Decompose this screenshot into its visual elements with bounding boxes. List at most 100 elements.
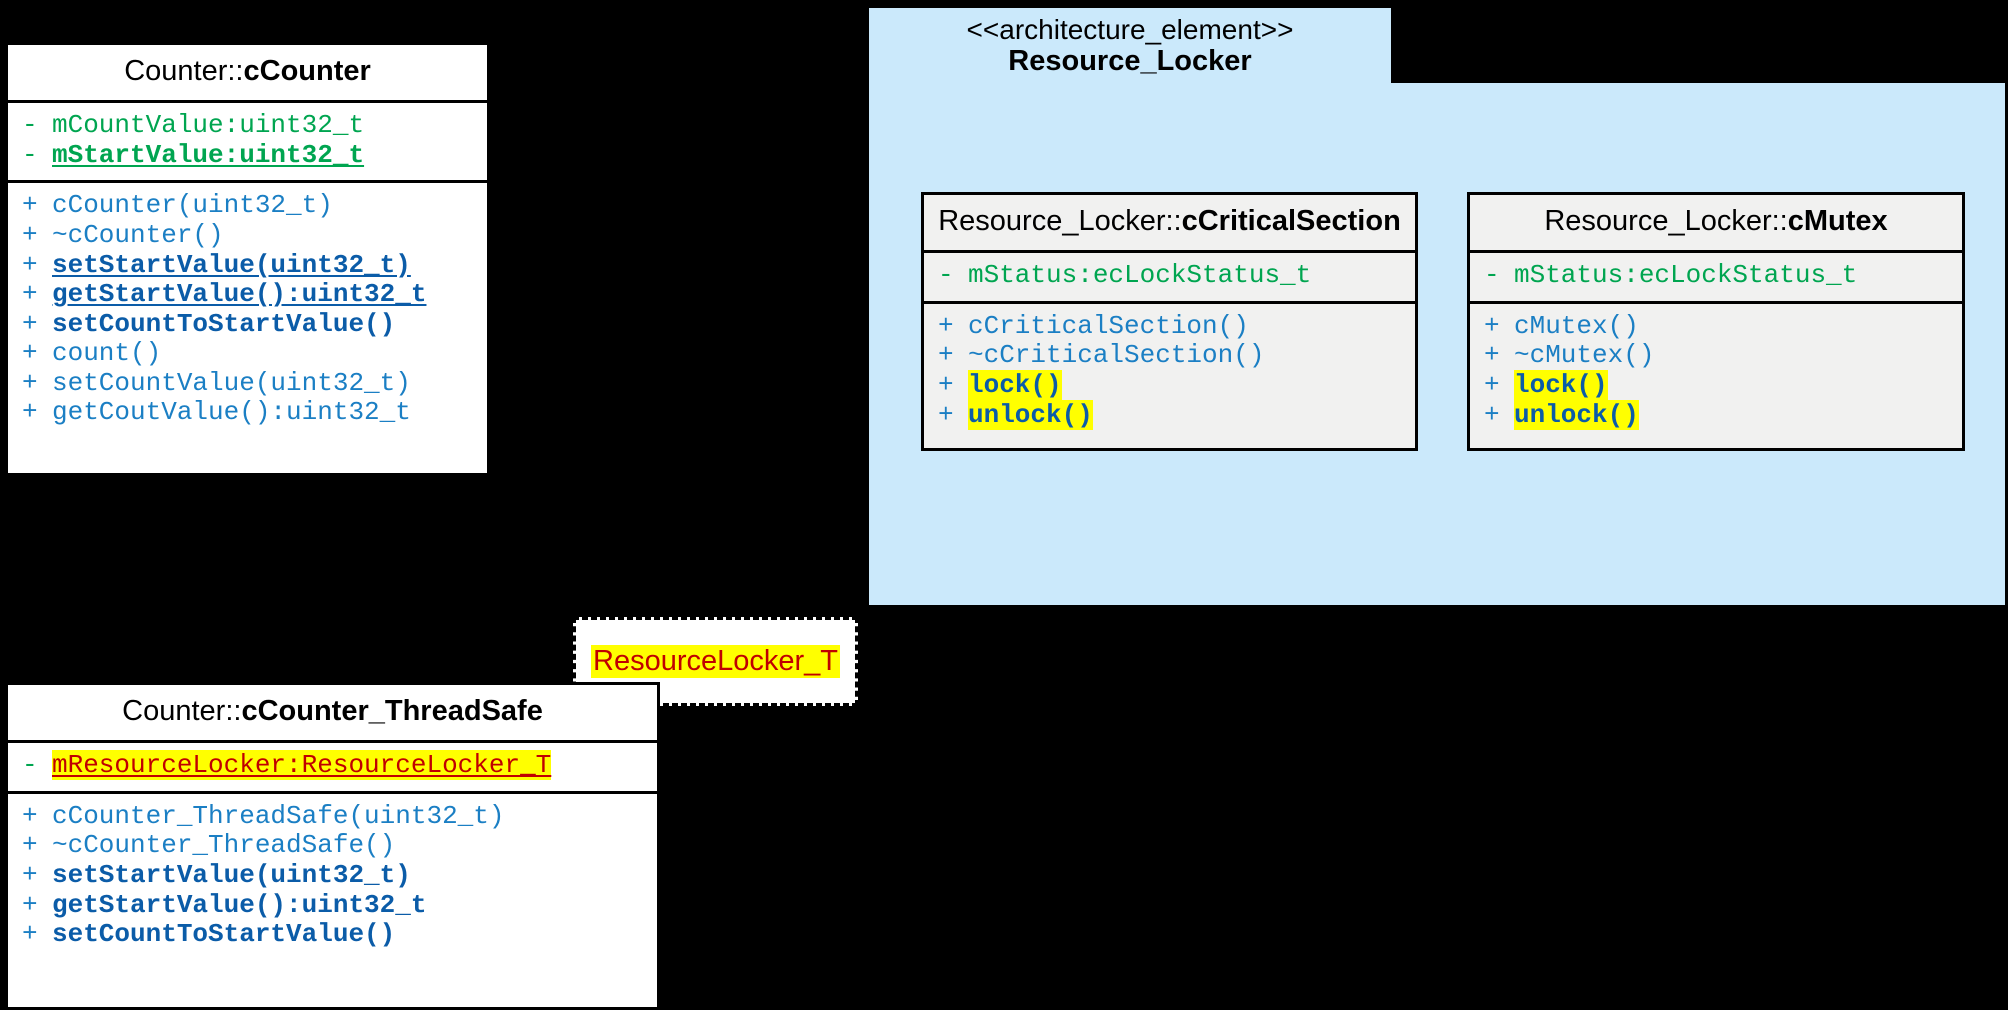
method-label: lock() [1514, 369, 1608, 400]
class-title-cmutex: Resource_Locker::cMutex [1470, 195, 1962, 250]
class-name: cMutex [1787, 205, 1888, 237]
visibility-marker: + [22, 830, 38, 861]
class-name: cCounter_ThreadSafe [241, 695, 543, 727]
method-row[interactable]: + getStartValue():uint32_t [8, 891, 657, 921]
method-row[interactable]: + cCounter(uint32_t) [8, 191, 487, 221]
visibility-marker: + [1484, 369, 1500, 400]
class-box-ccounter[interactable]: Counter::cCounter - mCountValue:uint32_t … [5, 42, 490, 476]
method-row[interactable]: + setStartValue(uint32_t) [8, 251, 487, 281]
class-box-ccriticalsection[interactable]: Resource_Locker::cCriticalSection - mStat… [921, 192, 1418, 451]
method-row[interactable]: + unlock() [1470, 399, 1962, 431]
visibility-marker: - [22, 110, 38, 141]
visibility-marker: + [938, 310, 954, 341]
methods-compartment-ccriticalsection: + cCriticalSection() + ~cCriticalSection()… [924, 304, 1415, 440]
attribute-row[interactable]: - mStatus:ecLockStatus_t [1470, 261, 1962, 291]
package-header-resource-locker[interactable]: <<architecture_element>> Resource_Locker [866, 5, 1394, 83]
attributes-compartment-ccriticalsection: - mStatus:ecLockStatus_t [924, 253, 1415, 301]
attribute-row[interactable]: - mStartValue:uint32_t [8, 141, 487, 171]
method-label: ~cCriticalSection() [968, 340, 1265, 371]
method-row[interactable]: + setCountToStartValue() [8, 310, 487, 340]
method-label: unlock() [968, 399, 1093, 430]
method-row[interactable]: + getStartValue():uint32_t [8, 280, 487, 310]
method-row[interactable]: + cCriticalSection() [924, 312, 1415, 342]
class-namespace: Resource_Locker:: [938, 205, 1182, 237]
method-row[interactable]: + cCounter_ThreadSafe(uint32_t) [8, 802, 657, 832]
visibility-marker: - [938, 260, 954, 291]
method-label: setCountToStartValue() [52, 919, 396, 950]
method-row[interactable]: + getCoutValue():uint32_t [8, 398, 487, 428]
attribute-label: mStartValue:uint32_t [52, 139, 365, 170]
visibility-marker: + [22, 219, 38, 250]
method-row[interactable]: + setCountValue(uint32_t) [8, 369, 487, 399]
methods-compartment-cmutex: + cMutex() + ~cMutex() + lock() + unlock() [1470, 304, 1962, 440]
visibility-marker: + [22, 249, 38, 280]
method-row[interactable]: + count() [8, 339, 487, 369]
visibility-marker: + [22, 800, 38, 831]
class-box-ccounter-threadsafe[interactable]: Counter::cCounter_ThreadSafe - mResourceL… [5, 682, 660, 1010]
method-row[interactable]: + setCountToStartValue() [8, 920, 657, 950]
visibility-marker: + [1484, 399, 1500, 430]
method-row[interactable]: + lock() [1470, 369, 1962, 401]
method-row[interactable]: + unlock() [924, 399, 1415, 431]
method-label: cCriticalSection() [968, 310, 1249, 341]
visibility-marker: - [22, 750, 38, 781]
class-title-ccriticalsection: Resource_Locker::cCriticalSection [924, 195, 1415, 250]
method-label: setCountToStartValue() [52, 308, 396, 339]
method-label: unlock() [1514, 399, 1639, 430]
method-label: cCounter(uint32_t) [52, 190, 333, 221]
method-label: ~cCounter_ThreadSafe() [52, 830, 396, 861]
attribute-row[interactable]: - mResourceLocker:ResourceLocker_T [8, 750, 657, 781]
visibility-marker: + [22, 859, 38, 890]
method-row[interactable]: + ~cCriticalSection() [924, 341, 1415, 371]
attributes-compartment-ccounter-threadsafe: - mResourceLocker:ResourceLocker_T [8, 743, 657, 791]
visibility-marker: + [22, 919, 38, 950]
method-row[interactable]: + cMutex() [1470, 312, 1962, 342]
attribute-label: mStatus:ecLockStatus_t [968, 260, 1312, 291]
class-title-ccounter-threadsafe: Counter::cCounter_ThreadSafe [8, 685, 657, 740]
class-name: cCriticalSection [1181, 205, 1401, 237]
method-row[interactable]: + lock() [924, 369, 1415, 401]
attribute-label: mStatus:ecLockStatus_t [1514, 260, 1858, 291]
attribute-label: mResourceLocker:ResourceLocker_T [52, 750, 552, 781]
attributes-compartment-ccounter: - mCountValue:uint32_t - mStartValue:uint3… [8, 103, 487, 180]
method-row[interactable]: + ~cCounter() [8, 221, 487, 251]
method-label: ~cCounter() [52, 219, 224, 250]
attributes-compartment-cmutex: - mStatus:ecLockStatus_t [1470, 253, 1962, 301]
method-label: ~cMutex() [1514, 340, 1655, 371]
method-row[interactable]: + ~cCounter_ThreadSafe() [8, 831, 657, 861]
visibility-marker: + [22, 279, 38, 310]
method-label: count() [52, 338, 162, 369]
attribute-label: mCountValue:uint32_t [52, 110, 365, 141]
method-label: getStartValue():uint32_t [52, 279, 427, 310]
visibility-marker: + [22, 338, 38, 369]
method-row[interactable]: + ~cMutex() [1470, 341, 1962, 371]
method-label: lock() [968, 369, 1062, 400]
attribute-row[interactable]: - mCountValue:uint32_t [8, 111, 487, 141]
visibility-marker: + [938, 399, 954, 430]
visibility-marker: + [22, 190, 38, 221]
package-stereotype: <<architecture_element>> [966, 14, 1294, 45]
method-label: setStartValue(uint32_t) [52, 249, 411, 280]
class-box-cmutex[interactable]: Resource_Locker::cMutex - mStatus:ecLockS… [1467, 192, 1965, 451]
method-label: getStartValue():uint32_t [52, 889, 427, 920]
visibility-marker: + [22, 308, 38, 339]
class-namespace: Counter:: [124, 55, 244, 87]
method-row[interactable]: + setStartValue(uint32_t) [8, 861, 657, 891]
class-title-ccounter: Counter::cCounter [8, 45, 487, 100]
template-parameter-label: ResourceLocker_T [591, 645, 840, 678]
method-label: setStartValue(uint32_t) [52, 859, 411, 890]
attribute-row[interactable]: - mStatus:ecLockStatus_t [924, 261, 1415, 291]
class-name: cCounter [243, 55, 371, 87]
visibility-marker: + [22, 397, 38, 428]
visibility-marker: - [1484, 260, 1500, 291]
visibility-marker: + [1484, 310, 1500, 341]
class-namespace: Resource_Locker:: [1544, 205, 1788, 237]
method-label: getCoutValue():uint32_t [52, 397, 411, 428]
visibility-marker: - [22, 139, 38, 170]
package-name: Resource_Locker [1008, 45, 1252, 78]
class-namespace: Counter:: [122, 695, 242, 727]
methods-compartment-ccounter: + cCounter(uint32_t) + ~cCounter() + setSta… [8, 183, 487, 437]
method-label: cCounter_ThreadSafe(uint32_t) [52, 800, 505, 831]
diagram-canvas: Counter::cCounter - mCountValue:uint32_t … [0, 0, 2008, 1010]
methods-compartment-ccounter-threadsafe: + cCounter_ThreadSafe(uint32_t) + ~cCounte… [8, 794, 657, 960]
